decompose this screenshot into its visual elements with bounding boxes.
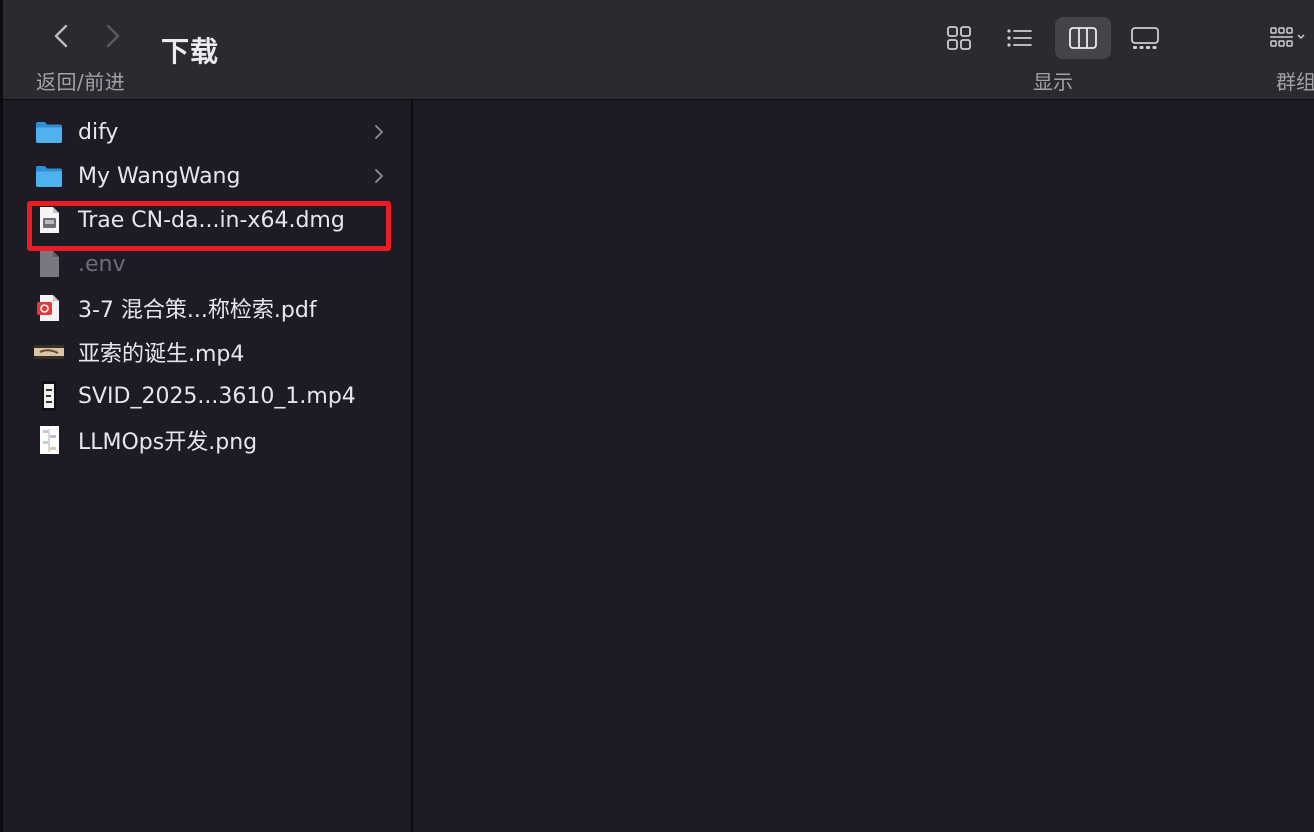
grid-icon — [947, 26, 971, 50]
chevron-right-icon — [375, 169, 383, 183]
file-column: dify My WangWang Trae CN-da...in-x64.dmg… — [3, 100, 413, 832]
preview-area — [413, 100, 1314, 832]
list-item-my-wangwang[interactable]: My WangWang — [33, 156, 393, 196]
list-view-button[interactable] — [991, 17, 1047, 59]
icon-view-button[interactable] — [931, 17, 987, 59]
gallery-icon — [1131, 27, 1159, 49]
file-name: SVID_2025...3610_1.mp4 — [78, 383, 356, 409]
back-button[interactable] — [43, 18, 79, 54]
list-item-dify[interactable]: dify — [33, 112, 393, 152]
finder-window: 返回/前进 下载 显示 群组 dify My WangWang Trae CN-… — [0, 0, 1314, 832]
image-thumbnail-icon — [33, 424, 65, 456]
file-name: 3-7 混合策...称检索.pdf — [78, 298, 317, 323]
file-name: dify — [78, 119, 119, 145]
toolbar: 返回/前进 下载 显示 群组 — [3, 0, 1314, 100]
group-caption: 群组 — [1276, 70, 1314, 94]
file-name: Trae CN-da...in-x64.dmg — [78, 207, 345, 233]
list-item-yasuo-mp4[interactable]: 亚索的诞生.mp4 — [33, 332, 393, 372]
disk-image-icon — [33, 204, 65, 236]
columns-icon — [1069, 27, 1097, 49]
forward-button[interactable] — [95, 18, 131, 54]
document-icon — [33, 248, 65, 280]
list-item-trae-dmg[interactable]: Trae CN-da...in-x64.dmg — [33, 200, 393, 240]
chevron-right-icon — [106, 24, 120, 48]
file-name: LLMOps开发.png — [78, 430, 258, 455]
display-caption: 显示 — [1033, 70, 1073, 94]
chevron-right-icon — [375, 125, 383, 139]
group-button[interactable] — [1265, 17, 1314, 59]
file-name: .env — [78, 251, 126, 277]
video-thumbnail-icon — [33, 336, 65, 368]
video-thumbnail-icon — [33, 380, 65, 412]
folder-icon — [33, 116, 65, 148]
window-title: 下载 — [161, 35, 220, 68]
list-item-llmops-png[interactable]: LLMOps开发.png — [33, 420, 393, 460]
group-icon — [1270, 27, 1305, 47]
list-item-svid-mp4[interactable]: SVID_2025...3610_1.mp4 — [33, 376, 393, 416]
list-item-env[interactable]: .env — [33, 244, 393, 284]
gallery-view-button[interactable] — [1117, 17, 1173, 59]
nav-caption: 返回/前进 — [36, 70, 126, 94]
pdf-icon — [33, 292, 65, 324]
list-item-pdf[interactable]: 3-7 混合策...称检索.pdf — [33, 288, 393, 328]
chevron-left-icon — [54, 24, 68, 48]
file-name: 亚索的诞生.mp4 — [78, 342, 245, 367]
folder-icon — [33, 160, 65, 192]
file-name: My WangWang — [78, 163, 241, 189]
column-view-button[interactable] — [1055, 17, 1111, 59]
list-icon — [1007, 29, 1032, 47]
